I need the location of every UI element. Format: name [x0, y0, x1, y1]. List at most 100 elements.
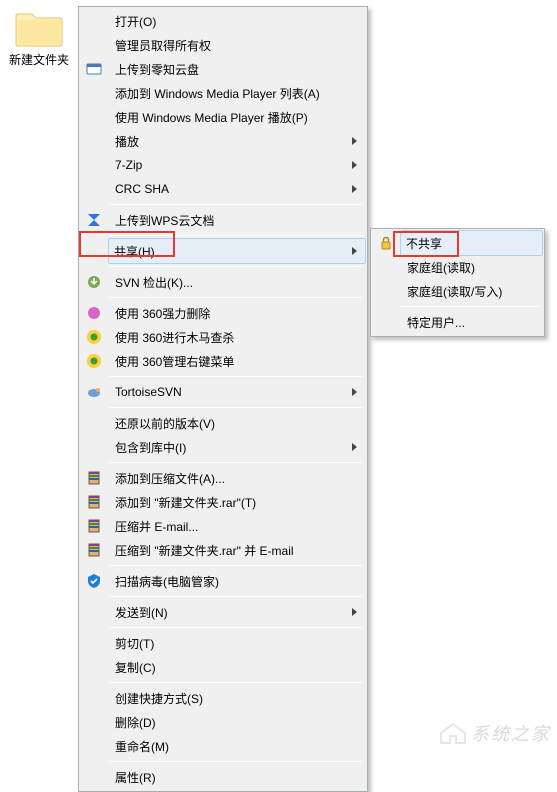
context-menu-item[interactable]: 添加到 "新建文件夹.rar"(T): [109, 490, 365, 514]
menu-separator: [109, 596, 363, 597]
menu-item-label: 剪切(T): [115, 635, 154, 652]
rar-icon: [83, 467, 105, 489]
context-menu-item[interactable]: 创建快捷方式(S): [109, 686, 365, 710]
context-menu-item[interactable]: 使用 360强力删除: [109, 301, 365, 325]
rar-icon: [83, 515, 105, 537]
rar-icon: [83, 539, 105, 561]
menu-item-label: 使用 360管理右键菜单: [115, 353, 234, 370]
wps-icon: [83, 209, 105, 231]
context-menu-item[interactable]: 复制(C): [109, 655, 365, 679]
menu-item-label: 特定用户...: [407, 314, 465, 331]
context-menu-item[interactable]: 属性(R): [109, 765, 365, 789]
menu-separator: [109, 761, 363, 762]
submenu-arrow-icon: [352, 388, 357, 396]
watermark: 系统之家: [439, 720, 551, 746]
context-menu-item[interactable]: 上传到零知云盘: [109, 57, 365, 81]
context-menu-item[interactable]: 7-Zip: [109, 153, 365, 177]
submenu-arrow-icon: [352, 185, 357, 193]
360-del-icon: [83, 302, 105, 324]
tortoise-icon: [83, 381, 105, 403]
folder-label: 新建文件夹: [4, 50, 74, 69]
menu-separator: [401, 306, 540, 307]
menu-item-label: 家庭组(读取/写入): [407, 283, 502, 300]
context-menu-item[interactable]: 压缩到 "新建文件夹.rar" 并 E-mail: [109, 538, 365, 562]
svn-checkout-icon: [83, 271, 105, 293]
context-menu-item[interactable]: 发送到(N): [109, 600, 365, 624]
menu-item-label: 添加到 Windows Media Player 列表(A): [115, 85, 320, 102]
menu-separator: [109, 204, 363, 205]
context-menu-item[interactable]: 共享(H): [108, 238, 366, 264]
context-menu-item[interactable]: 重命名(M): [109, 734, 365, 758]
menu-item-label: CRC SHA: [115, 182, 169, 196]
menu-item-label: SVN 检出(K)...: [115, 274, 193, 291]
menu-item-label: 删除(D): [115, 714, 156, 731]
context-menu-item[interactable]: 添加到压缩文件(A)...: [109, 466, 365, 490]
context-menu-item[interactable]: CRC SHA: [109, 177, 365, 201]
menu-separator: [109, 462, 363, 463]
share-submenu-item[interactable]: 家庭组(读取/写入): [401, 279, 542, 303]
context-menu-item[interactable]: 删除(D): [109, 710, 365, 734]
context-menu-item[interactable]: SVN 检出(K)...: [109, 270, 365, 294]
menu-item-label: 添加到压缩文件(A)...: [115, 470, 225, 487]
menu-item-label: 7-Zip: [115, 158, 142, 172]
menu-separator: [109, 565, 363, 566]
context-menu-item[interactable]: 播放: [109, 129, 365, 153]
menu-item-label: 播放: [115, 133, 139, 150]
watermark-text: 系统之家: [471, 720, 551, 746]
menu-item-label: 压缩到 "新建文件夹.rar" 并 E-mail: [115, 542, 294, 559]
share-submenu-item[interactable]: 家庭组(读取): [401, 255, 542, 279]
menu-item-label: 使用 360进行木马查杀: [115, 329, 234, 346]
context-menu-item[interactable]: 添加到 Windows Media Player 列表(A): [109, 81, 365, 105]
context-menu-item[interactable]: 上传到WPS云文档: [109, 208, 365, 232]
submenu-arrow-icon: [352, 608, 357, 616]
lock-icon: [375, 232, 397, 254]
share-submenu-item[interactable]: 特定用户...: [401, 310, 542, 334]
menu-separator: [109, 376, 363, 377]
menu-item-label: 共享(H): [114, 243, 155, 260]
menu-item-label: 管理员取得所有权: [115, 37, 211, 54]
menu-item-label: 压缩并 E-mail...: [115, 518, 198, 535]
menu-item-label: 包含到库中(I): [115, 439, 186, 456]
menu-separator: [109, 407, 363, 408]
rar-icon: [83, 491, 105, 513]
context-menu-item[interactable]: 扫描病毒(电脑管家): [109, 569, 365, 593]
context-menu-item[interactable]: 打开(O): [109, 9, 365, 33]
context-menu-item[interactable]: 使用 360管理右键菜单: [109, 349, 365, 373]
submenu-arrow-icon: [352, 137, 357, 145]
submenu-arrow-icon: [352, 247, 357, 255]
menu-item-label: TortoiseSVN: [115, 385, 182, 399]
menu-item-label: 复制(C): [115, 659, 156, 676]
menu-separator: [109, 266, 363, 267]
menu-separator: [109, 627, 363, 628]
menu-item-label: 发送到(N): [115, 604, 168, 621]
menu-separator: [109, 682, 363, 683]
share-submenu-item[interactable]: 不共享: [400, 230, 543, 256]
cloud-icon: [83, 58, 105, 80]
desktop-folder[interactable]: 新建文件夹: [4, 6, 74, 69]
context-menu-item[interactable]: 剪切(T): [109, 631, 365, 655]
menu-item-label: 不共享: [406, 235, 442, 252]
menu-item-label: 创建快捷方式(S): [115, 690, 203, 707]
share-submenu: 不共享家庭组(读取) 家庭组(读取/写入) 特定用户...: [370, 228, 545, 337]
context-menu-item[interactable]: 压缩并 E-mail...: [109, 514, 365, 538]
context-menu-item[interactable]: 使用 360进行木马查杀: [109, 325, 365, 349]
menu-item-label: 打开(O): [115, 13, 156, 30]
context-menu-item[interactable]: TortoiseSVN: [109, 380, 365, 404]
context-menu-item[interactable]: 还原以前的版本(V): [109, 411, 365, 435]
folder-icon: [14, 6, 64, 48]
menu-separator: [109, 297, 363, 298]
360-scan-icon: [83, 326, 105, 348]
menu-item-label: 属性(R): [115, 769, 156, 786]
menu-item-label: 还原以前的版本(V): [115, 415, 215, 432]
submenu-arrow-icon: [352, 161, 357, 169]
menu-item-label: 上传到零知云盘: [115, 61, 199, 78]
menu-item-label: 扫描病毒(电脑管家): [115, 573, 219, 590]
menu-item-label: 使用 Windows Media Player 播放(P): [115, 109, 308, 126]
context-menu-item[interactable]: 管理员取得所有权: [109, 33, 365, 57]
context-menu-item[interactable]: 使用 Windows Media Player 播放(P): [109, 105, 365, 129]
context-menu-item[interactable]: 包含到库中(I): [109, 435, 365, 459]
guanjia-icon: [83, 570, 105, 592]
menu-item-label: 使用 360强力删除: [115, 305, 210, 322]
menu-separator: [109, 235, 363, 236]
menu-item-label: 家庭组(读取): [407, 259, 475, 276]
